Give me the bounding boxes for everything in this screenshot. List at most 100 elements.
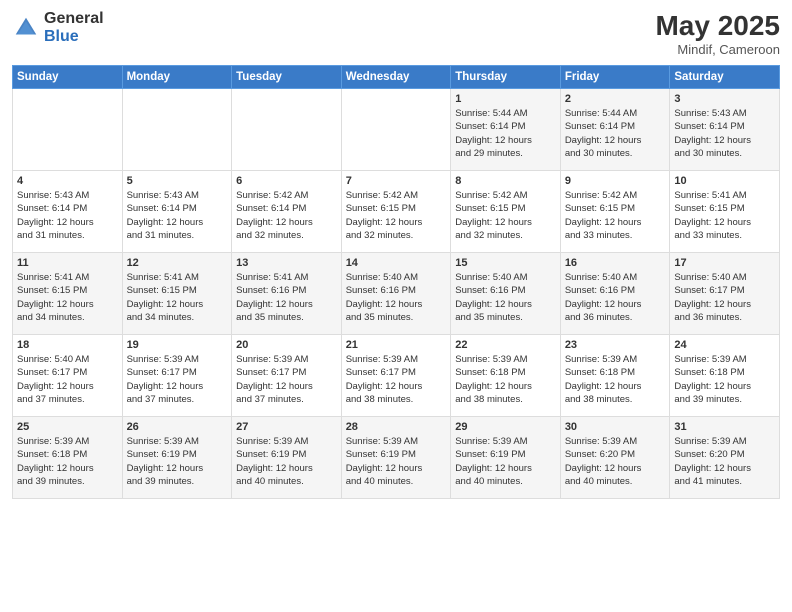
day-info: Daylight: 12 hours	[127, 298, 228, 311]
day-info: Sunrise: 5:41 AM	[127, 271, 228, 284]
day-info: and 30 minutes.	[674, 147, 775, 160]
day-info: Daylight: 12 hours	[236, 216, 337, 229]
day-number: 14	[346, 257, 447, 269]
day-info: and 34 minutes.	[127, 311, 228, 324]
day-info: Daylight: 12 hours	[346, 380, 447, 393]
calendar-cell: 20 Sunrise: 5:39 AMSunset: 6:17 PMDayligh…	[232, 335, 342, 417]
calendar-location: Mindif, Cameroon	[655, 42, 780, 57]
day-info: Sunrise: 5:39 AM	[127, 435, 228, 448]
day-info: Sunset: 6:15 PM	[346, 202, 447, 215]
calendar-cell: 24Sunrise: 5:39 AMSunset: 6:18 PMDayligh…	[670, 335, 780, 417]
calendar-cell: 6Sunrise: 5:42 AMSunset: 6:14 PMDaylight…	[232, 171, 342, 253]
day-info: Sunrise: 5:44 AM	[565, 107, 666, 120]
day-info: and 38 minutes.	[455, 393, 556, 406]
day-info: Sunrise: 5:39 AM	[236, 353, 337, 366]
day-info: Sunset: 6:17 PM	[236, 366, 337, 379]
day-info: Sunset: 6:15 PM	[455, 202, 556, 215]
calendar-week-1: 1Sunrise: 5:44 AMSunset: 6:14 PMDaylight…	[13, 89, 780, 171]
day-number: 1	[455, 93, 556, 105]
day-number: 11	[17, 257, 118, 269]
col-tuesday: Tuesday	[232, 66, 342, 89]
day-info: Daylight: 12 hours	[674, 380, 775, 393]
day-info: Sunset: 6:14 PM	[565, 120, 666, 133]
day-info: Sunrise: 5:41 AM	[17, 271, 118, 284]
day-number: 31	[674, 421, 775, 433]
day-info: Sunset: 6:17 PM	[17, 366, 118, 379]
day-number: 27	[236, 421, 337, 433]
day-info: Sunrise: 5:39 AM	[674, 435, 775, 448]
day-number: 19	[127, 339, 228, 351]
day-info: and 38 minutes.	[346, 393, 447, 406]
day-number: 20	[236, 339, 337, 351]
day-info: Sunrise: 5:41 AM	[674, 189, 775, 202]
day-info: Sunrise: 5:42 AM	[236, 189, 337, 202]
day-info: Daylight: 12 hours	[674, 134, 775, 147]
day-number: 23	[565, 339, 666, 351]
day-info: Sunrise: 5:42 AM	[455, 189, 556, 202]
day-info: Sunset: 6:19 PM	[346, 448, 447, 461]
day-number: 30	[565, 421, 666, 433]
calendar-cell: 14Sunrise: 5:40 AMSunset: 6:16 PMDayligh…	[341, 253, 451, 335]
calendar-cell: 30Sunrise: 5:39 AMSunset: 6:20 PMDayligh…	[560, 417, 670, 499]
calendar-cell: 21Sunrise: 5:39 AMSunset: 6:17 PMDayligh…	[341, 335, 451, 417]
day-info: and 37 minutes.	[236, 393, 337, 406]
day-number: 22	[455, 339, 556, 351]
calendar-cell: 9Sunrise: 5:42 AMSunset: 6:15 PMDaylight…	[560, 171, 670, 253]
day-number: 16	[565, 257, 666, 269]
day-number: 21	[346, 339, 447, 351]
day-info: Sunset: 6:15 PM	[17, 284, 118, 297]
day-number: 28	[346, 421, 447, 433]
calendar-cell: 19Sunrise: 5:39 AMSunset: 6:17 PMDayligh…	[122, 335, 232, 417]
col-friday: Friday	[560, 66, 670, 89]
day-number: 9	[565, 175, 666, 187]
day-info: Sunset: 6:16 PM	[346, 284, 447, 297]
day-number: 8	[455, 175, 556, 187]
day-info: Daylight: 12 hours	[346, 298, 447, 311]
page-header: General Blue May 2025 Mindif, Cameroon	[12, 10, 780, 57]
day-number: 4	[17, 175, 118, 187]
day-info: Daylight: 12 hours	[346, 462, 447, 475]
calendar-cell: 10Sunrise: 5:41 AMSunset: 6:15 PMDayligh…	[670, 171, 780, 253]
calendar-cell: 18Sunrise: 5:40 AMSunset: 6:17 PMDayligh…	[13, 335, 123, 417]
day-info: Sunrise: 5:39 AM	[455, 435, 556, 448]
day-number: 12	[127, 257, 228, 269]
day-number: 10	[674, 175, 775, 187]
day-info: Sunrise: 5:41 AM	[236, 271, 337, 284]
day-info: Daylight: 12 hours	[565, 298, 666, 311]
day-info: and 30 minutes.	[565, 147, 666, 160]
page-container: General Blue May 2025 Mindif, Cameroon S…	[0, 0, 792, 612]
day-info: Daylight: 12 hours	[565, 216, 666, 229]
day-info: and 35 minutes.	[346, 311, 447, 324]
calendar-cell: 3Sunrise: 5:43 AMSunset: 6:14 PMDaylight…	[670, 89, 780, 171]
day-info: Daylight: 12 hours	[455, 298, 556, 311]
day-info: Daylight: 12 hours	[565, 380, 666, 393]
day-info: Daylight: 12 hours	[236, 380, 337, 393]
calendar-cell: 22Sunrise: 5:39 AMSunset: 6:18 PMDayligh…	[451, 335, 561, 417]
calendar-cell: 5Sunrise: 5:43 AMSunset: 6:14 PMDaylight…	[122, 171, 232, 253]
day-info: Sunrise: 5:42 AM	[346, 189, 447, 202]
calendar-cell: 28Sunrise: 5:39 AMSunset: 6:19 PMDayligh…	[341, 417, 451, 499]
day-info: Sunset: 6:15 PM	[127, 284, 228, 297]
day-info: Daylight: 12 hours	[565, 462, 666, 475]
calendar-cell: 13Sunrise: 5:41 AMSunset: 6:16 PMDayligh…	[232, 253, 342, 335]
calendar-cell: 27Sunrise: 5:39 AMSunset: 6:19 PMDayligh…	[232, 417, 342, 499]
day-info: and 39 minutes.	[127, 475, 228, 488]
day-info: Sunset: 6:18 PM	[17, 448, 118, 461]
calendar-week-2: 4Sunrise: 5:43 AMSunset: 6:14 PMDaylight…	[13, 171, 780, 253]
day-info: Sunrise: 5:40 AM	[565, 271, 666, 284]
day-info: Sunset: 6:14 PM	[127, 202, 228, 215]
day-number: 3	[674, 93, 775, 105]
calendar-cell: 8Sunrise: 5:42 AMSunset: 6:15 PMDaylight…	[451, 171, 561, 253]
calendar-cell: 4Sunrise: 5:43 AMSunset: 6:14 PMDaylight…	[13, 171, 123, 253]
day-info: and 40 minutes.	[455, 475, 556, 488]
day-info: Daylight: 12 hours	[565, 134, 666, 147]
calendar-table: Sunday Monday Tuesday Wednesday Thursday…	[12, 65, 780, 499]
day-info: Daylight: 12 hours	[17, 462, 118, 475]
calendar-cell	[122, 89, 232, 171]
day-info: Sunrise: 5:43 AM	[674, 107, 775, 120]
calendar-title: May 2025	[655, 10, 780, 42]
day-info: and 34 minutes.	[17, 311, 118, 324]
day-info: Sunset: 6:14 PM	[455, 120, 556, 133]
day-info: Sunrise: 5:39 AM	[674, 353, 775, 366]
calendar-cell: 29Sunrise: 5:39 AMSunset: 6:19 PMDayligh…	[451, 417, 561, 499]
